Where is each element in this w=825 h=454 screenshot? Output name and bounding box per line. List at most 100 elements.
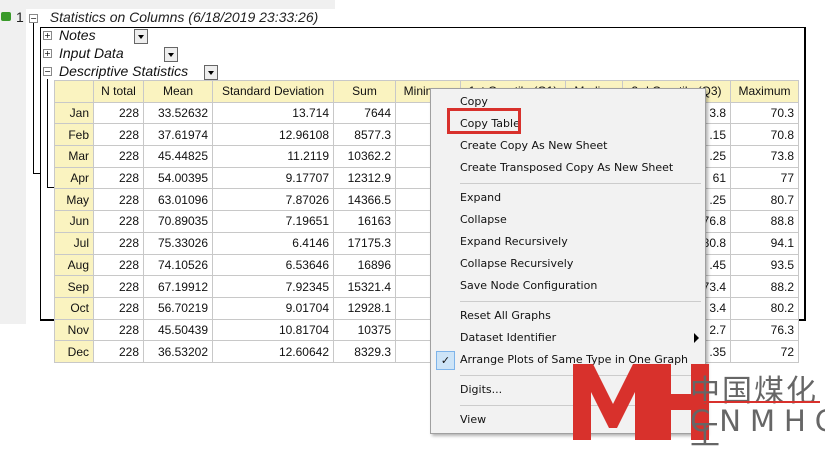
table-cell[interactable]: 12928.1 xyxy=(333,296,396,320)
table-cell[interactable]: 11.2119 xyxy=(212,145,334,168)
table-cell[interactable]: 54.00395 xyxy=(143,166,213,190)
table-cell[interactable]: 228 xyxy=(93,101,144,125)
table-cell[interactable]: 37.61974 xyxy=(143,123,213,147)
table-cell[interactable]: 7.92345 xyxy=(212,275,334,298)
notes-dropdown[interactable] xyxy=(134,29,148,44)
expand-icon[interactable]: + xyxy=(43,49,52,58)
table-cell[interactable]: 228 xyxy=(93,145,144,168)
table-cell[interactable]: 45.44825 xyxy=(143,145,213,168)
menu-create-transposed-copy[interactable]: Create Transposed Copy As New Sheet xyxy=(460,157,673,179)
column-header[interactable]: Maximum xyxy=(730,80,799,103)
row-header[interactable]: Oct xyxy=(54,296,94,320)
menu-create-copy-as-new-sheet[interactable]: Create Copy As New Sheet xyxy=(460,135,608,157)
table-cell[interactable]: 7.87026 xyxy=(212,188,334,212)
table-cell[interactable]: 228 xyxy=(93,318,144,342)
table-cell[interactable]: 94.1 xyxy=(730,231,799,255)
expand-icon[interactable]: + xyxy=(43,31,52,40)
table-cell[interactable]: 16896 xyxy=(333,253,396,277)
row-header[interactable]: Feb xyxy=(54,123,94,147)
column-header[interactable]: N total xyxy=(93,80,144,103)
table-cell[interactable]: 6.53646 xyxy=(212,253,334,277)
table-cell[interactable]: 36.53202 xyxy=(143,340,213,363)
row-header[interactable]: Nov xyxy=(54,318,94,342)
table-cell[interactable]: 10362.2 xyxy=(333,145,396,168)
table-cell[interactable]: 8577.3 xyxy=(333,123,396,147)
row-header[interactable]: Jun xyxy=(54,210,94,233)
table-cell[interactable]: 56.70219 xyxy=(143,296,213,320)
menu-dataset-identifier[interactable]: Dataset Identifier xyxy=(460,327,556,349)
row-header[interactable]: Sep xyxy=(54,275,94,298)
table-cell[interactable]: 14366.5 xyxy=(333,188,396,212)
table-cell[interactable]: 12312.9 xyxy=(333,166,396,190)
table-cell[interactable]: 15321.4 xyxy=(333,275,396,298)
column-header[interactable]: Mean xyxy=(143,80,213,103)
node-notes[interactable]: Notes xyxy=(59,27,96,43)
table-cell[interactable]: 228 xyxy=(93,231,144,255)
collapse-icon[interactable]: − xyxy=(29,14,38,23)
row-header[interactable]: Jul xyxy=(54,231,94,255)
table-cell[interactable]: 70.89035 xyxy=(143,210,213,233)
node-input-data[interactable]: Input Data xyxy=(59,45,124,61)
table-cell[interactable]: 228 xyxy=(93,253,144,277)
menu-save-node-configuration[interactable]: Save Node Configuration xyxy=(460,275,597,297)
table-cell[interactable]: 10375 xyxy=(333,318,396,342)
table-cell[interactable]: 93.5 xyxy=(730,253,799,277)
table-cell[interactable]: 76.3 xyxy=(730,318,799,342)
row-header[interactable]: Dec xyxy=(54,340,94,363)
row-header[interactable]: Aug xyxy=(54,253,94,277)
table-cell[interactable]: 228 xyxy=(93,340,144,363)
table-cell[interactable]: 228 xyxy=(93,123,144,147)
collapse-icon[interactable]: − xyxy=(43,67,52,76)
menu-expand-recursively[interactable]: Expand Recursively xyxy=(460,231,568,253)
table-cell[interactable]: 80.2 xyxy=(730,296,799,320)
tree-root[interactable]: 1 Statistics on Columns (6/18/2019 23:33:… xyxy=(16,9,318,25)
table-cell[interactable]: 72 xyxy=(730,340,799,363)
table-cell[interactable]: 7.19651 xyxy=(212,210,334,233)
table-cell[interactable]: 67.19912 xyxy=(143,275,213,298)
table-cell[interactable]: 88.2 xyxy=(730,275,799,298)
table-cell[interactable]: 9.01704 xyxy=(212,296,334,320)
row-header[interactable]: Mar xyxy=(54,145,94,168)
table-cell[interactable]: 74.10526 xyxy=(143,253,213,277)
table-cell[interactable]: 16163 xyxy=(333,210,396,233)
table-cell[interactable]: 6.4146 xyxy=(212,231,334,255)
table-cell[interactable]: 63.01096 xyxy=(143,188,213,212)
table-cell[interactable]: 12.60642 xyxy=(212,340,334,363)
table-cell[interactable]: 80.7 xyxy=(730,188,799,212)
table-cell[interactable]: 13.714 xyxy=(212,101,334,125)
menu-reset-all-graphs[interactable]: Reset All Graphs xyxy=(460,305,551,327)
row-header[interactable]: May xyxy=(54,188,94,212)
table-cell[interactable]: 228 xyxy=(93,275,144,298)
node-descriptive-statistics[interactable]: Descriptive Statistics xyxy=(59,63,188,79)
table-cell[interactable]: 88.8 xyxy=(730,210,799,233)
table-cell[interactable]: 70.3 xyxy=(730,101,799,125)
table-cell[interactable]: 228 xyxy=(93,166,144,190)
column-header[interactable]: Standard Deviation xyxy=(212,80,334,103)
row-header[interactable]: Jan xyxy=(54,101,94,125)
table-cell[interactable]: 73.8 xyxy=(730,145,799,168)
table-cell[interactable]: 17175.3 xyxy=(333,231,396,255)
table-cell[interactable]: 10.81704 xyxy=(212,318,334,342)
table-cell[interactable]: 7644 xyxy=(333,101,396,125)
table-cell[interactable]: 12.96108 xyxy=(212,123,334,147)
table-cell[interactable]: 75.33026 xyxy=(143,231,213,255)
table-cell[interactable]: 228 xyxy=(93,296,144,320)
menu-collapse-recursively[interactable]: Collapse Recursively xyxy=(460,253,573,275)
table-cell[interactable]: 33.52632 xyxy=(143,101,213,125)
menu-expand[interactable]: Expand xyxy=(460,187,501,209)
column-header[interactable]: Sum xyxy=(333,80,396,103)
table-cell[interactable]: 9.17707 xyxy=(212,166,334,190)
row-header[interactable]: Apr xyxy=(54,166,94,190)
input-data-dropdown[interactable] xyxy=(164,47,178,62)
table-cell[interactable]: 70.8 xyxy=(730,123,799,147)
table-cell[interactable]: 77 xyxy=(730,166,799,190)
descriptive-statistics-dropdown[interactable] xyxy=(204,65,218,80)
table-cell[interactable]: 45.50439 xyxy=(143,318,213,342)
menu-collapse[interactable]: Collapse xyxy=(460,209,507,231)
table-cell[interactable]: 8329.3 xyxy=(333,340,396,363)
menu-digits[interactable]: Digits... xyxy=(460,379,502,401)
lock-icon[interactable] xyxy=(1,12,11,21)
table-cell[interactable]: 228 xyxy=(93,210,144,233)
column-header[interactable] xyxy=(54,80,94,103)
menu-view[interactable]: View xyxy=(460,409,486,431)
